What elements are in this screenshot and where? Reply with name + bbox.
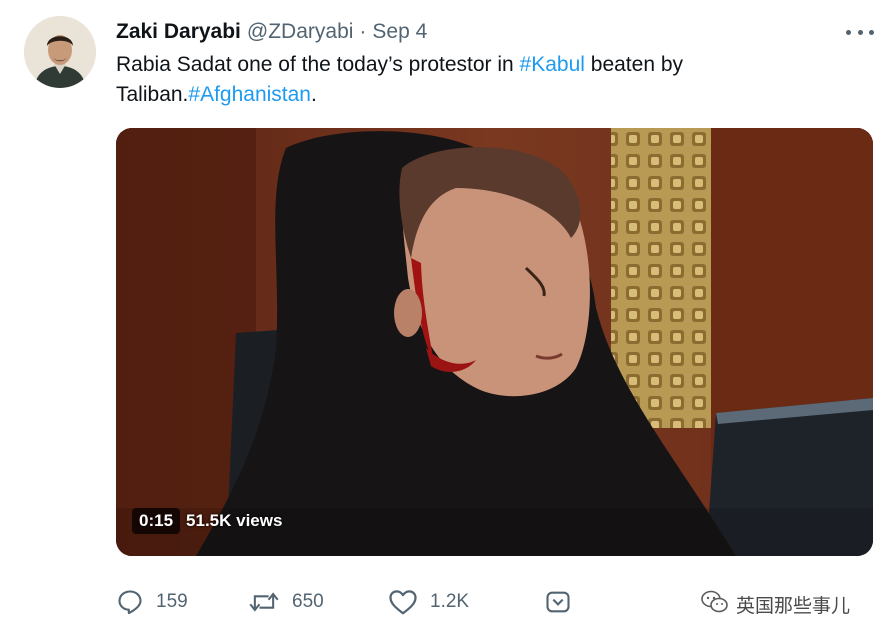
author-name[interactable]: Zaki Daryabi	[116, 20, 241, 44]
retweet-button[interactable]: 650	[248, 584, 324, 620]
like-button[interactable]: 1.2K	[388, 584, 469, 620]
tweet-text: Rabia Sadat one of the today’s protestor…	[116, 50, 856, 110]
reply-count: 159	[156, 591, 188, 612]
avatar[interactable]	[24, 16, 96, 88]
retweet-arrows-icon	[248, 588, 280, 616]
more-options-icon[interactable]	[846, 22, 874, 42]
wechat-icon	[700, 589, 730, 620]
share-icon	[544, 588, 572, 616]
share-button[interactable]	[544, 584, 572, 620]
dot-icon	[869, 29, 874, 35]
hashtag-afghanistan[interactable]: #Afghanistan	[188, 83, 311, 106]
dot-icon	[857, 29, 863, 35]
separator-dot: ·	[359, 20, 367, 43]
video-frame	[116, 128, 873, 556]
author-handle[interactable]: @ZDaryabi	[247, 20, 354, 44]
speech-bubble-icon	[116, 588, 144, 616]
like-count: 1.2K	[430, 591, 470, 612]
watermark: 英国那些事儿	[700, 589, 850, 620]
tweet-text-segment: .	[311, 83, 317, 106]
video-view-count: 51.5K views	[186, 511, 283, 530]
hashtag-kabul[interactable]: #Kabul	[520, 53, 585, 76]
reply-button[interactable]: 159	[116, 584, 188, 620]
video-info: 0:15 51.5K views	[132, 508, 282, 534]
tweet[interactable]: Zaki Daryabi @ZDaryabi · Sep 4 Rabia Sad…	[0, 0, 894, 639]
watermark-text: 英国那些事儿	[736, 595, 851, 617]
retweet-count: 650	[292, 591, 324, 612]
dot-icon	[846, 29, 851, 35]
tweet-date[interactable]: Sep 4	[372, 20, 427, 44]
video-duration: 0:15	[132, 508, 181, 534]
heart-icon	[388, 588, 418, 616]
tweet-text-segment: Rabia Sadat one of the today’s protestor…	[116, 53, 520, 76]
tweet-header: Zaki Daryabi @ZDaryabi · Sep 4	[116, 18, 427, 46]
video-player[interactable]	[116, 128, 873, 556]
